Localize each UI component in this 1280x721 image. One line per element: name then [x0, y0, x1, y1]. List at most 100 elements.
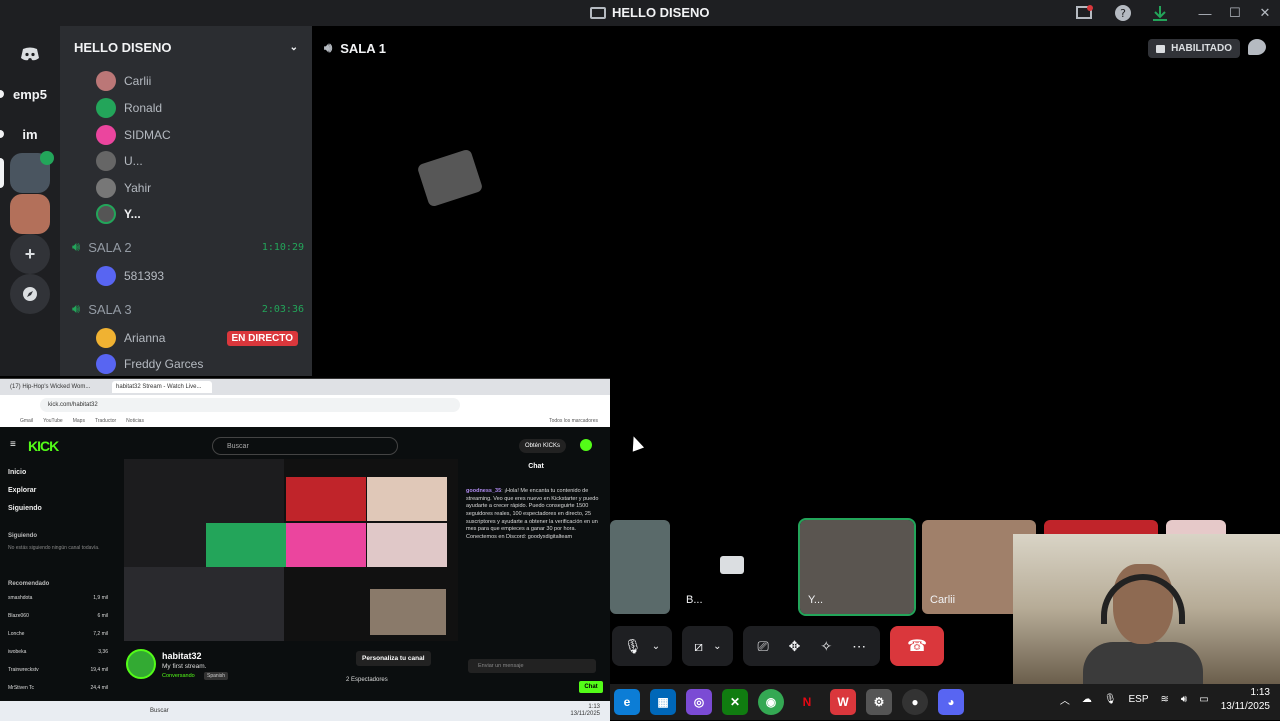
stream-title: My first stream.: [162, 663, 207, 670]
bookmark[interactable]: Gmail: [20, 418, 33, 424]
inbox-icon[interactable]: [1075, 3, 1095, 23]
minimize-icon[interactable]: —: [1190, 0, 1220, 26]
voice-member[interactable]: Freddy Garces: [96, 354, 203, 374]
chevron-down-icon[interactable]: ⌄: [652, 641, 660, 652]
edge-icon[interactable]: e: [614, 689, 640, 715]
chevron-down-icon[interactable]: ⌄: [713, 641, 721, 652]
guild-hello-diseno[interactable]: [10, 151, 54, 193]
url-field[interactable]: kick.com/habitat32: [40, 398, 460, 412]
xbox-icon[interactable]: ✕: [722, 689, 748, 715]
guild-im[interactable]: im: [10, 114, 50, 154]
voice-channel-sala-3[interactable]: 🔊︎ SALA 3 2:03:36: [72, 301, 304, 317]
kick-search[interactable]: Buscar: [212, 437, 398, 455]
bookmark[interactable]: Noticias: [126, 418, 144, 424]
nav-inicio[interactable]: Inicio: [8, 469, 26, 476]
settings-icon[interactable]: ⚙: [866, 689, 892, 715]
customize-channel-button[interactable]: Personaliza tu canal: [356, 651, 431, 666]
channel-timer: 1:10:29: [261, 241, 304, 253]
bookmark[interactable]: Todos los marcadores: [549, 418, 598, 424]
screen-icon: [1156, 44, 1166, 53]
voice-member[interactable]: 581393: [96, 266, 164, 286]
discord-home-icon[interactable]: [10, 34, 50, 74]
browser-tab[interactable]: (17) Hip-Hop's Wicked Wom...: [6, 381, 106, 393]
add-server-icon[interactable]: +: [10, 234, 50, 274]
chrome-icon[interactable]: ◉: [758, 689, 784, 715]
recommended-channel[interactable]: Lonche 7,2 mil: [8, 631, 108, 637]
maximize-icon[interactable]: ☐: [1220, 0, 1250, 26]
habilitado-label: HABILITADO: [1171, 43, 1232, 54]
activities-icon[interactable]: ✥: [789, 638, 801, 655]
voice-member[interactable]: Carlii: [96, 71, 151, 91]
bookmark[interactable]: Traductor: [95, 418, 116, 424]
kick-video-player[interactable]: [124, 459, 458, 641]
voice-member[interactable]: Arianna EN DIRECTO: [96, 328, 298, 348]
microphone-button[interactable]: 🎙︎ ⌄: [612, 626, 673, 666]
stream-category[interactable]: Conversando: [162, 673, 195, 679]
participant-tile[interactable]: B...: [678, 520, 792, 614]
nav-siguiendo[interactable]: Siguiendo: [8, 505, 42, 512]
microphone-icon[interactable]: 🎙︎: [1104, 694, 1117, 705]
voice-member[interactable]: U...: [96, 151, 143, 171]
participant-tile[interactable]: [610, 520, 670, 614]
share-screen-icon[interactable]: ⎚: [757, 638, 768, 655]
bookmark[interactable]: Maps: [73, 418, 85, 424]
voice-member[interactable]: SIDMAC: [96, 125, 171, 145]
streamer-avatar[interactable]: [126, 649, 156, 679]
wifi-icon[interactable]: ≋: [1161, 694, 1169, 705]
guild-avatar[interactable]: [10, 194, 50, 234]
obs-icon[interactable]: ●: [902, 689, 928, 715]
help-icon[interactable]: ?: [1113, 3, 1133, 23]
disconnect-button[interactable]: ☎︎: [890, 626, 945, 666]
chat-input[interactable]: Enviar un mensaje: [468, 659, 596, 673]
chat-user[interactable]: goodness_35: [466, 488, 501, 494]
more-icon[interactable]: ⋯: [852, 638, 866, 655]
server-header[interactable]: HELLO DISENO ⌄: [60, 26, 312, 68]
download-icon[interactable]: [1150, 3, 1170, 23]
voice-member[interactable]: Yahir: [96, 178, 151, 198]
store-icon[interactable]: ▦: [650, 689, 676, 715]
voice-channel-sala-2[interactable]: 🔊︎ SALA 2 1:10:29: [72, 239, 304, 255]
discover-icon[interactable]: [10, 274, 50, 314]
guild-emp5[interactable]: emp5: [10, 74, 50, 114]
soundboard-icon[interactable]: ✧: [820, 638, 832, 655]
channel-name: Lonche: [8, 631, 25, 637]
webcam-overlay[interactable]: [1013, 534, 1280, 684]
volume-icon[interactable]: 🔊︎: [1181, 694, 1187, 705]
avatar: [96, 266, 116, 286]
recommended-channel[interactable]: Blaze060 6 mil: [8, 613, 108, 619]
onedrive-icon[interactable]: ☁: [1082, 694, 1092, 705]
unread-pill: [0, 130, 4, 138]
hamburger-icon[interactable]: ≡: [10, 439, 16, 450]
language-tag[interactable]: Spanish: [204, 672, 229, 680]
screen-share-window[interactable]: (17) Hip-Hop's Wicked Wom... habitat32 S…: [0, 378, 610, 721]
discord-icon[interactable]: ◕: [938, 689, 964, 715]
proton-icon[interactable]: ◎: [686, 689, 712, 715]
language-indicator[interactable]: ESP: [1129, 694, 1149, 705]
avatar[interactable]: [580, 439, 592, 451]
browser-tab[interactable]: habitat32 Stream - Watch Live...: [112, 381, 212, 393]
recommended-channel[interactable]: smashdota 1,9 mil: [8, 595, 108, 601]
chevron-up-icon[interactable]: ︿: [1060, 692, 1070, 707]
share-screen-button[interactable]: ⎚ ✥ ✧ ⋯: [743, 626, 881, 666]
participant-tile[interactable]: ⌄ Y...: [798, 518, 916, 616]
kicks-button[interactable]: Obtén KICKs: [519, 439, 567, 453]
wps-icon[interactable]: W: [830, 689, 856, 715]
recommended-channel[interactable]: iwobeka 3,36: [8, 649, 108, 655]
battery-icon[interactable]: ▭: [1199, 694, 1208, 705]
close-icon[interactable]: ✕: [1250, 0, 1280, 26]
netflix-icon[interactable]: N: [794, 689, 820, 715]
bookmark[interactable]: YouTube: [43, 418, 63, 424]
nav-explorar[interactable]: Explorar: [8, 487, 36, 494]
voice-member[interactable]: Ronald: [96, 98, 162, 118]
streamer-name[interactable]: habitat32: [162, 651, 202, 661]
camera-button[interactable]: ⧄ ⌄: [682, 626, 734, 666]
viewers: 1,9 mil: [93, 595, 108, 601]
chat-send-button[interactable]: Chat: [579, 681, 603, 693]
habilitado-button[interactable]: HABILITADO: [1148, 39, 1240, 58]
recommended-channel[interactable]: MrStiven Tc 24,4 mil: [8, 685, 108, 691]
voice-member[interactable]: Y...: [96, 204, 141, 224]
recommended-channel[interactable]: Trainwreckstv 19,4 mil: [8, 667, 108, 673]
clock[interactable]: 1:13 13/11/2025: [1221, 686, 1270, 713]
chat-icon[interactable]: [1248, 39, 1266, 55]
kick-logo[interactable]: KICK: [28, 438, 59, 454]
